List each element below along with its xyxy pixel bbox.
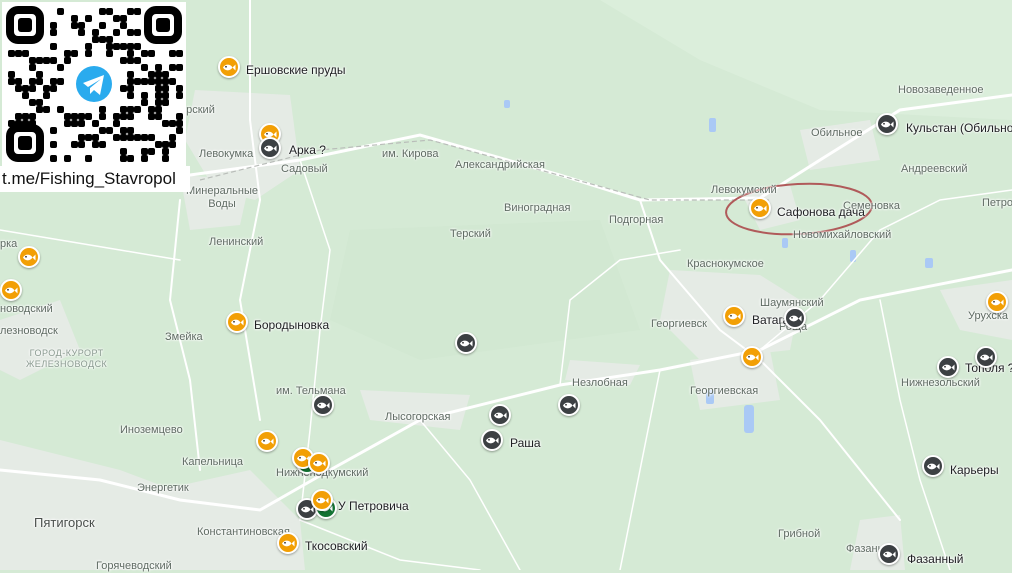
fish-icon xyxy=(23,254,36,260)
marker-telmana[interactable] xyxy=(312,394,334,416)
label-kapelnitsa: Капельница xyxy=(182,456,244,468)
marker-safonova-dacha[interactable] xyxy=(749,197,771,219)
label-rka: рка xyxy=(0,238,18,250)
fish-icon xyxy=(980,354,993,360)
label-goryachevodskiy: Горячеводский xyxy=(96,560,172,572)
fish-icon xyxy=(317,402,330,408)
marker-center[interactable] xyxy=(455,332,477,354)
marker-label-tkosovskiy[interactable]: Ткосовский xyxy=(305,539,368,553)
label-zmeyka: Змейка xyxy=(165,331,203,343)
fish-icon xyxy=(881,121,894,127)
telegram-icon xyxy=(72,62,116,106)
marker-georgievsk-south[interactable] xyxy=(741,346,763,368)
marker-lysogorskaya-east[interactable] xyxy=(489,404,511,426)
fish-icon xyxy=(746,354,759,360)
label-mineralnye-vody: Минеральные Воды xyxy=(186,185,258,210)
fish-icon xyxy=(486,437,499,443)
marker-left-2[interactable] xyxy=(0,279,22,301)
label-novodskiy: новодский xyxy=(0,303,53,315)
label-aleksandriyskaya: Александрийская xyxy=(455,159,545,171)
marker-kulstan[interactable] xyxy=(876,113,898,135)
fish-icon xyxy=(728,313,741,319)
marker-urukhskaya[interactable] xyxy=(986,291,1008,313)
marker-left-1[interactable] xyxy=(18,246,40,268)
marker-vataga-dark[interactable] xyxy=(784,307,806,329)
fish-icon xyxy=(460,340,473,346)
label-novomikhaylovskiy: Новомихайловский xyxy=(793,229,892,241)
label-podgornaya: Подгорная xyxy=(609,214,664,226)
label-im-telmana: им. Тельмана xyxy=(276,385,346,397)
marker-nizhnepodkumskiy-2[interactable] xyxy=(308,452,330,474)
fish-icon xyxy=(883,551,896,557)
fish-icon xyxy=(494,412,507,418)
label-gorod-kurort: ГОРОД-КУРОРТ ЖЕЛЕЗНОВОДСК xyxy=(26,348,108,369)
marker-kapelnitsa[interactable] xyxy=(256,430,278,452)
marker-nizhnezolskiy-1[interactable] xyxy=(937,356,959,378)
marker-karery[interactable] xyxy=(922,455,944,477)
fish-icon xyxy=(261,438,274,444)
fish-icon xyxy=(754,205,767,211)
label-inozemtsevo: Иноземцево xyxy=(120,424,183,436)
marker-vataga[interactable] xyxy=(723,305,745,327)
label-nizhnezolskiy: Нижнезольский xyxy=(901,377,980,389)
label-zheleznovodsk: лезноводск xyxy=(0,325,58,337)
label-pyatigorsk: Пятигорск xyxy=(34,515,95,530)
marker-label-petrovich[interactable]: У Петровича xyxy=(338,499,409,513)
label-petro: Петро xyxy=(982,197,1012,209)
marker-ershovskie-prudy[interactable] xyxy=(218,56,240,78)
label-konstantinovskaya: Константиновская xyxy=(197,526,290,538)
fish-icon xyxy=(942,364,955,370)
marker-label-fazannyy[interactable]: Фазанный xyxy=(907,552,963,566)
label-krasnokumskoe: Краснокумское xyxy=(687,258,764,270)
fish-icon xyxy=(313,460,326,466)
qr-code[interactable] xyxy=(2,2,186,166)
marker-topolya[interactable] xyxy=(975,346,997,368)
fish-icon xyxy=(264,145,277,151)
label-levokumka: Левокумка xyxy=(199,148,254,160)
fish-icon xyxy=(223,64,236,70)
marker-petrovich[interactable] xyxy=(311,489,333,511)
marker-label-karery[interactable]: Карьеры xyxy=(950,463,999,477)
marker-label-rasha[interactable]: Раша xyxy=(510,436,541,450)
marker-arka-dark[interactable] xyxy=(259,137,281,159)
label-levokumskiy: Левокумский xyxy=(711,184,777,196)
label-georgievskaya: Георгиевская xyxy=(690,385,759,397)
label-urukhskaya: Урухска xyxy=(968,310,1009,322)
fish-icon xyxy=(991,299,1004,305)
label-lysogorskaya: Лысогорская xyxy=(385,411,451,423)
label-obilnoe: Обильное xyxy=(811,127,863,139)
fish-icon xyxy=(927,463,940,469)
fish-icon xyxy=(789,315,802,321)
label-im-kirova: им. Кирова xyxy=(382,148,439,160)
label-energetik: Энергетик xyxy=(137,482,189,494)
label-novozavedennoe: Новозаведенное xyxy=(898,84,984,96)
fish-icon xyxy=(231,319,244,325)
label-gribnoy: Грибной xyxy=(778,528,821,540)
label-terskiy: Терский xyxy=(450,228,491,240)
marker-fazannyy[interactable] xyxy=(878,543,900,565)
qr-caption[interactable]: t.me/Fishing_Stavropol xyxy=(0,166,190,192)
label-leninskiy: Ленинский xyxy=(209,236,264,248)
fish-icon xyxy=(563,402,576,408)
fish-icon xyxy=(282,540,295,546)
fish-icon xyxy=(316,497,329,503)
marker-nezlobnaya[interactable] xyxy=(558,394,580,416)
label-sadoviy: Садовый xyxy=(281,163,328,175)
label-nezlobnaya: Незлобная xyxy=(572,377,628,389)
marker-rasha[interactable] xyxy=(481,429,503,451)
marker-label-arka[interactable]: Арка ? xyxy=(289,143,326,157)
marker-tkosovskiy[interactable] xyxy=(277,532,299,554)
marker-label-safonova-dacha[interactable]: Сафонова дача xyxy=(777,205,865,219)
label-vinogradnaya: Виноградная xyxy=(504,202,571,214)
fish-icon xyxy=(5,287,18,293)
marker-borodynovka[interactable] xyxy=(226,311,248,333)
label-andreevskiy: Андреевский xyxy=(901,163,968,175)
marker-label-ershovskie-prudy[interactable]: Ершовские пруды xyxy=(246,63,345,77)
marker-label-borodynovka[interactable]: Бородыновка xyxy=(254,318,329,332)
marker-label-kulstan[interactable]: Кульстан (Обильно xyxy=(906,121,1012,135)
label-georgievsk: Георгиевск xyxy=(651,318,707,330)
